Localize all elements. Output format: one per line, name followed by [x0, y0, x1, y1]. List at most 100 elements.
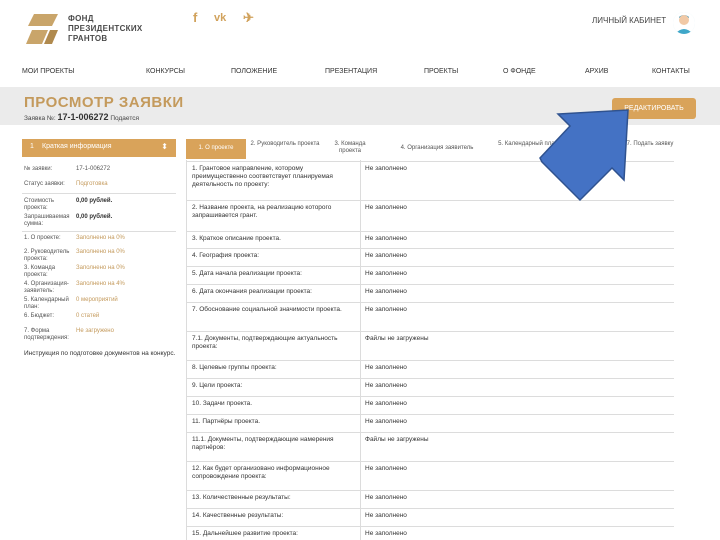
- summary-key: 2. Руководитель проекта:: [24, 249, 70, 262]
- field-question: 12. Как будет организовано информационно…: [192, 465, 330, 480]
- field-answer: Не заполнено: [365, 235, 407, 242]
- field-question: 10. Задачи проекта.: [192, 400, 253, 407]
- summary-panel-number: 1: [30, 143, 34, 150]
- summary-value: Заполнено на 0%: [76, 249, 125, 255]
- field-question: 9. Цели проекта:: [192, 382, 243, 389]
- summary-value: Заполнено на 4%: [76, 281, 125, 287]
- field-question: 7.1. Документы, подтверждающие актуально…: [192, 335, 338, 350]
- field-question: 8. Целевые группы проекта:: [192, 364, 277, 371]
- summary-key: Запрашиваемая сумма:: [24, 214, 70, 227]
- field-answer: Не заполнено: [365, 512, 407, 519]
- table-row: 10. Задачи проекта. Не заполнено: [186, 396, 674, 413]
- summary-panel-header[interactable]: 1 Краткая информация ⬍: [22, 139, 176, 157]
- field-question: 14. Качественные результаты:: [192, 512, 284, 519]
- field-question: 1. Грантовое направление, которому преим…: [192, 165, 333, 188]
- personal-cabinet-link[interactable]: ЛИЧНЫЙ КАБИНЕТ: [592, 16, 666, 25]
- summary-value: 0 мероприятий: [76, 297, 118, 303]
- edit-button[interactable]: РЕДАКТИРОВАТЬ: [612, 98, 696, 119]
- table-row: 4. География проекта: Не заполнено: [186, 248, 674, 265]
- table-row: 11.1. Документы, подтверждающие намерени…: [186, 432, 674, 460]
- field-answer: Не заполнено: [365, 252, 407, 259]
- table-row: 7. Обоснование социальной значимости про…: [186, 302, 674, 330]
- table-row: 5. Дата начала реализации проекта: Не за…: [186, 266, 674, 283]
- fund-logo-icon[interactable]: [26, 12, 60, 46]
- field-answer: Не заполнено: [365, 418, 407, 425]
- table-row: 15. Дальнейшее развитие проекта: Не запо…: [186, 526, 674, 540]
- site-header: ФОНД ПРЕЗИДЕНТСКИХ ГРАНТОВ f vk ✈ ЛИЧНЫЙ…: [0, 0, 720, 62]
- tab-project-team[interactable]: 3. Команда проекта: [324, 139, 376, 159]
- main-nav: МОИ ПРОЕКТЫ КОНКУРСЫ ПОЛОЖЕНИЕ ПРЕЗЕНТАЦ…: [0, 66, 720, 80]
- table-row: 7.1. Документы, подтверждающие актуально…: [186, 331, 674, 359]
- field-answer: Не заполнено: [365, 165, 407, 172]
- logo-line: ПРЕЗИДЕНТСКИХ: [68, 24, 143, 33]
- tab-budget[interactable]: 6. Бюджет: [566, 139, 616, 159]
- field-question: 6. Дата окончания реализации проекта:: [192, 288, 312, 295]
- field-answer: Не заполнено: [365, 530, 407, 537]
- summary-value: Подготовка: [76, 181, 108, 187]
- table-row: 11. Партнёры проекта. Не заполнено: [186, 414, 674, 431]
- divider: [22, 193, 176, 194]
- summary-key: 6. Бюджет:: [24, 313, 55, 319]
- summary-key: 5. Календарный план:: [24, 297, 69, 310]
- field-answer: Не заполнено: [365, 465, 407, 472]
- divider: [22, 231, 176, 232]
- summary-key: 7. Форма подтверждения:: [24, 328, 69, 341]
- table-row: 1. Грантовое направление, которому преим…: [186, 161, 674, 199]
- tab-about-project[interactable]: 1. О проекте: [186, 139, 246, 159]
- summary-value: Не загружено: [76, 328, 114, 334]
- field-answer: Не заполнено: [365, 382, 407, 389]
- summary-panel-title: Краткая информация: [42, 143, 112, 150]
- field-answer: Не заполнено: [365, 400, 407, 407]
- nav-presentation[interactable]: ПРЕЗЕНТАЦИЯ: [325, 68, 377, 75]
- field-question: 3. Краткое описание проекта.: [192, 235, 281, 242]
- summary-value: 0,00 рублей.: [76, 198, 113, 204]
- table-row: 14. Качественные результаты: Не заполнен…: [186, 508, 674, 525]
- nav-contests[interactable]: КОНКУРСЫ: [146, 68, 185, 75]
- nav-projects[interactable]: ПРОЕКТЫ: [424, 68, 458, 75]
- field-answer: Не заполнено: [365, 288, 407, 295]
- field-answer: Не заполнено: [365, 270, 407, 277]
- nav-about[interactable]: О ФОНДЕ: [503, 68, 536, 75]
- field-question: 15. Дальнейшее развитие проекта:: [192, 530, 298, 537]
- nav-contacts[interactable]: КОНТАКТЫ: [652, 68, 690, 75]
- summary-value: 17-1-006272: [76, 166, 111, 172]
- field-question: 11.1. Документы, подтверждающие намерени…: [192, 436, 334, 451]
- nav-my-projects[interactable]: МОИ ПРОЕКТЫ: [22, 68, 74, 75]
- nav-archive[interactable]: АРХИВ: [585, 68, 608, 75]
- tab-calendar-plan[interactable]: 5. Календарный план: [498, 139, 558, 159]
- field-question: 11. Партнёры проекта.: [192, 418, 260, 425]
- application-number-label: Заявка №:: [24, 115, 56, 122]
- field-answer: Не заполнено: [365, 306, 407, 313]
- table-row: 9. Цели проекта: Не заполнено: [186, 378, 674, 395]
- telegram-icon[interactable]: ✈: [243, 10, 254, 26]
- application-number: Заявка №: 17-1-006272 Подается: [24, 112, 139, 122]
- tab-project-leader[interactable]: 2. Руководитель проекта: [250, 139, 320, 159]
- avatar[interactable]: [673, 12, 695, 34]
- summary-key: № заявки:: [24, 166, 53, 172]
- page-title: ПРОСМОТР ЗАЯВКИ: [24, 94, 184, 111]
- field-question: 2. Название проекта, на реализацию котор…: [192, 204, 332, 219]
- tab-applicant-org[interactable]: 4. Организация заявитель: [382, 139, 492, 159]
- table-row: 13. Количественные результаты: Не заполн…: [186, 490, 674, 507]
- tab-submit[interactable]: 7. Подать заявку: [626, 139, 674, 159]
- application-number-value: 17-1-006272: [57, 112, 109, 122]
- facebook-icon[interactable]: f: [193, 10, 197, 25]
- summary-key: 4. Организация-заявитель:: [24, 281, 69, 294]
- field-answer: Не заполнено: [365, 364, 407, 371]
- table-row: 6. Дата окончания реализации проекта: Не…: [186, 284, 674, 301]
- field-question: 13. Количественные результаты:: [192, 494, 291, 501]
- vk-icon[interactable]: vk: [214, 12, 226, 24]
- field-answer: Не заполнено: [365, 494, 407, 501]
- summary-value: 0 статей: [76, 313, 100, 319]
- chevron-updown-icon[interactable]: ⬍: [161, 142, 168, 151]
- summary-value: Заполнено на 0%: [76, 235, 125, 241]
- table-row: 2. Название проекта, на реализацию котор…: [186, 200, 674, 230]
- field-answer: Не заполнено: [365, 204, 407, 211]
- field-answer: Файлы не загружены: [365, 335, 429, 342]
- instructions-link[interactable]: Инструкция по подготовке документов на к…: [24, 350, 178, 358]
- logo-line: ГРАНТОВ: [68, 34, 108, 43]
- table-row: 8. Целевые группы проекта: Не заполнено: [186, 360, 674, 377]
- nav-regulation[interactable]: ПОЛОЖЕНИЕ: [231, 68, 277, 75]
- logo-text[interactable]: ФОНД ПРЕЗИДЕНТСКИХ ГРАНТОВ: [68, 14, 143, 44]
- application-status: Подается: [110, 115, 139, 122]
